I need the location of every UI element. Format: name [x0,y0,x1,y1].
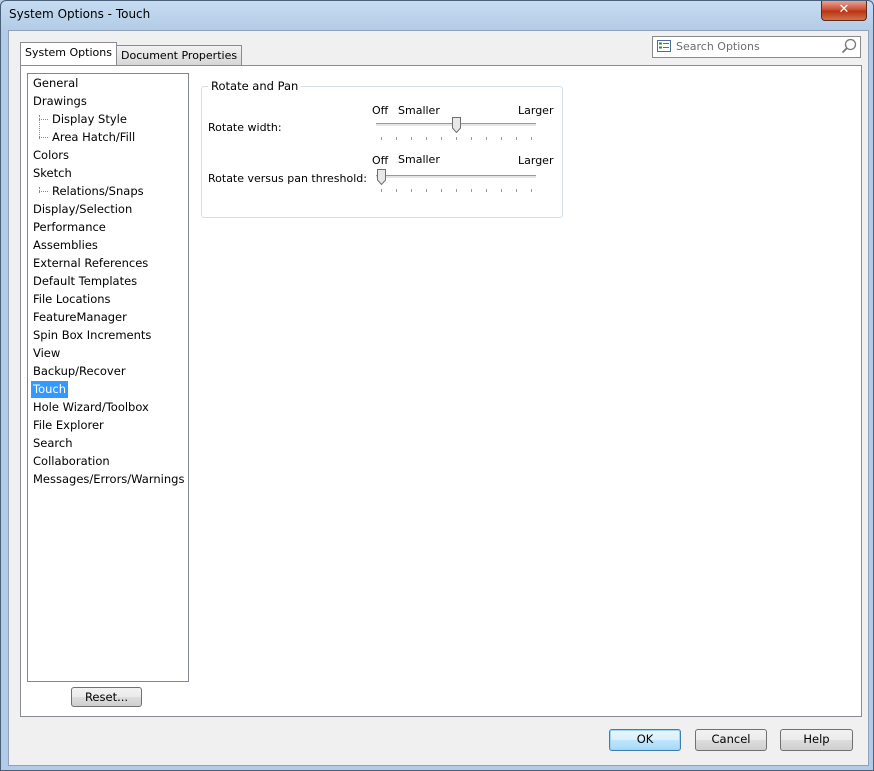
tab-system-options[interactable]: System Options [20,42,117,65]
help-button[interactable]: Help [780,729,853,751]
search-options-field[interactable]: Search Options [652,36,861,58]
tree-item[interactable]: Display/Selection [31,201,134,218]
slider-tick [486,189,487,192]
tree-item[interactable]: Hole Wizard/Toolbox [31,399,151,416]
tree-item[interactable]: File Explorer [31,417,106,434]
tree-item[interactable]: Search [31,435,75,452]
slider-tick [456,189,457,192]
close-icon: ✕ [838,2,850,17]
tree-connector [39,187,40,193]
group-title: Rotate and Pan [208,79,302,93]
slider-tick [396,137,397,140]
tree-item[interactable]: Relations/Snaps [39,183,146,200]
search-options-icon [657,40,671,52]
slider-tick [531,189,532,192]
tree-item[interactable]: External References [31,255,150,272]
search-input[interactable]: Search Options [676,40,760,53]
rotate-pan-group: Rotate and Pan Off Smaller Larger Rotate… [201,79,563,218]
slider-tick [531,137,532,140]
tab-document-properties[interactable]: Document Properties [116,45,243,65]
ok-button[interactable]: OK [609,729,681,751]
tree-item[interactable]: Colors [31,147,71,164]
slider-tick [426,137,427,140]
slider-tick [471,137,472,140]
tree-item[interactable]: Default Templates [31,273,139,290]
tree-item[interactable]: Messages/Errors/Warnings [31,471,186,488]
slider-tick [486,137,487,140]
reset-label: Reset... [84,690,129,704]
tree-item[interactable]: General [31,75,80,92]
slider-smaller-label: Smaller [398,153,440,166]
slider-tick [381,137,382,140]
rotate-width-label: Rotate width: [208,121,282,134]
slider-tick [516,137,517,140]
tab-label: Document Properties [121,49,238,62]
tree-item[interactable]: Sketch [31,165,74,182]
tree-item[interactable]: Drawings [31,93,89,110]
slider-tick [381,189,382,192]
slider-tick [426,189,427,192]
tab-label: System Options [25,46,112,59]
rotate-width-slider[interactable] [376,115,536,145]
system-options-panel: General Drawings Display Style Area Hatch/F… [20,65,862,717]
magnifier-icon[interactable] [841,38,857,54]
slider-off-label: Off [372,154,389,167]
tree-item[interactable]: Collaboration [31,453,112,470]
slider-larger-label: Larger [518,154,554,167]
tree-item[interactable]: FeatureManager [31,309,129,326]
tree-item[interactable]: Backup/Recover [31,363,128,380]
tree-item[interactable]: View [31,345,62,362]
ok-label: OK [636,732,654,746]
reset-button[interactable]: Reset... [71,687,142,707]
options-tree[interactable]: General Drawings Display Style Area Hatch/F… [27,73,189,682]
slider-tick [441,137,442,140]
slider-tick [501,189,502,192]
tree-item[interactable]: Spin Box Increments [31,327,153,344]
slider-tick [471,189,472,192]
cancel-label: Cancel [711,732,751,746]
slider-tick [411,137,412,140]
tree-item[interactable]: File Locations [31,291,113,308]
rotate-pan-threshold-label: Rotate versus pan threshold: [208,172,367,185]
tree-item[interactable]: Touch [31,381,69,398]
window-title: System Options - Touch [9,7,151,21]
help-label: Help [803,732,830,746]
dialog-window: System Options - Touch ✕ System Options … [0,0,874,771]
slider-tick [441,189,442,192]
cancel-button[interactable]: Cancel [695,729,767,751]
dialog-client: System Options Document Properties Searc… [8,30,869,766]
slider-tick [411,189,412,192]
tree-item[interactable]: Assemblies [31,237,100,254]
tree-item[interactable]: Display Style [39,111,129,128]
slider-tick [456,137,457,140]
close-button[interactable]: ✕ [821,1,867,21]
tree-item[interactable]: Area Hatch/Fill [38,129,137,146]
slider-tick [396,189,397,192]
rotate-pan-threshold-slider[interactable] [376,167,536,197]
slider-thumb[interactable] [376,169,386,185]
slider-thumb[interactable] [451,117,461,133]
tree-item[interactable]: Performance [31,219,108,236]
slider-tick [501,137,502,140]
slider-tick [516,189,517,192]
slider-track [376,175,536,179]
